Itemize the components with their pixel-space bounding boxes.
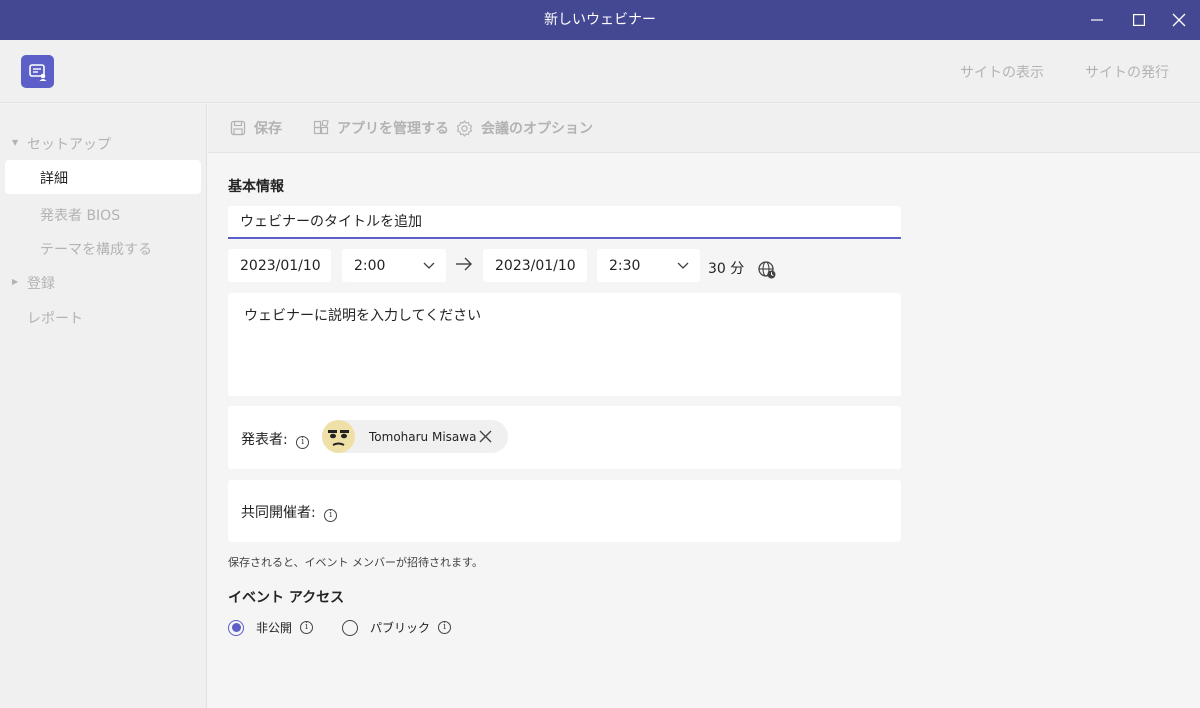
radio-button-private[interactable] <box>228 619 244 636</box>
minimize-button[interactable] <box>1076 0 1118 40</box>
coorganizers-panel[interactable]: 共同開催者: i <box>228 480 901 542</box>
sidebar-item-label: 発表者 BIOS <box>40 208 121 224</box>
access-option-label: 非公開 <box>256 621 293 635</box>
duration-label: 30 分 <box>708 261 745 277</box>
timezone-globe-icon[interactable] <box>757 260 777 280</box>
meeting-options-button[interactable]: 会議のオプション <box>456 118 593 138</box>
sidebar-group-label: 登録 <box>27 276 55 292</box>
webinar-title-input[interactable] <box>228 206 901 239</box>
start-time-value: 2:00 <box>354 257 386 274</box>
save-icon <box>230 120 246 136</box>
presenter-label: 発表者: i <box>241 429 310 449</box>
chevron-down-icon <box>423 262 435 269</box>
info-icon[interactable]: i <box>300 621 314 634</box>
avatar <box>322 420 355 453</box>
save-button[interactable]: 保存 <box>230 118 282 138</box>
end-time-select[interactable]: 2:30 <box>597 249 700 282</box>
arrow-right-icon <box>456 257 472 271</box>
save-label: 保存 <box>254 121 282 137</box>
coorganizer-label: 共同開催者: i <box>241 502 338 522</box>
view-site-button[interactable]: サイトの表示 <box>960 62 1044 82</box>
presenter-chip: Tomoharu Misawa <box>322 420 508 453</box>
info-icon[interactable]: i <box>438 621 452 634</box>
info-icon[interactable]: i <box>324 509 338 522</box>
chevron-down-icon: ▼ <box>12 138 19 147</box>
apps-icon <box>313 120 329 135</box>
end-date-picker[interactable]: 2023/01/10 <box>483 249 587 282</box>
manage-apps-label: アプリを管理する <box>337 121 449 137</box>
event-access-heading: イベント アクセス <box>228 590 345 606</box>
description-input[interactable] <box>228 293 901 396</box>
webinar-app-icon <box>21 55 54 88</box>
sidebar-item-details[interactable]: 詳細 <box>5 160 201 194</box>
publish-site-button[interactable]: サイトの発行 <box>1085 62 1169 82</box>
access-option-public[interactable]: パブリック i <box>342 619 452 636</box>
presenters-panel: 発表者: i Tomoharu Misawa <box>228 406 901 469</box>
main-content: 基本情報 2023/01/10 2:00 2023/01/10 2:30 30 … <box>208 154 1200 708</box>
end-date-value: 2023/01/10 <box>495 257 576 274</box>
chevron-down-icon <box>677 262 689 269</box>
radio-button-public[interactable] <box>342 619 358 636</box>
app-header: サイトの表示 サイトの発行 <box>0 40 1200 103</box>
presenter-name: Tomoharu Misawa <box>369 429 477 444</box>
coorganizer-label-text: 共同開催者: <box>241 505 316 521</box>
start-date-picker[interactable]: 2023/01/10 <box>228 249 331 282</box>
start-time-select[interactable]: 2:00 <box>342 249 446 282</box>
sidebar-item-label: レポート <box>27 311 83 327</box>
sidebar: ▼ セットアップ 詳細 発表者 BIOS テーマを構成する ▶ 登録 レポート <box>0 104 207 708</box>
close-button[interactable] <box>1158 0 1200 40</box>
title-bar: 新しいウェビナー <box>0 0 1200 40</box>
access-option-label: パブリック <box>370 621 431 635</box>
meeting-options-label: 会議のオプション <box>481 121 593 137</box>
close-icon <box>1172 13 1186 27</box>
info-icon[interactable]: i <box>296 436 310 449</box>
basic-info-heading: 基本情報 <box>228 179 284 195</box>
gear-icon <box>456 119 473 137</box>
sidebar-item-label: 詳細 <box>40 171 68 187</box>
sidebar-group-label: セットアップ <box>27 137 111 153</box>
remove-presenter-icon[interactable] <box>478 429 493 444</box>
sidebar-item-label: テーマを構成する <box>40 242 152 258</box>
maximize-button[interactable] <box>1118 0 1160 40</box>
window-title: 新しいウェビナー <box>544 12 656 28</box>
access-option-private[interactable]: 非公開 i <box>228 619 314 636</box>
minimize-icon <box>1091 19 1103 21</box>
toolbar: 保存 アプリを管理する 会議のオプション <box>208 104 1200 153</box>
presenter-label-text: 発表者: <box>241 432 288 448</box>
maximize-icon <box>1133 14 1145 26</box>
manage-apps-button[interactable]: アプリを管理する <box>313 118 449 138</box>
invite-note: 保存されると、イベント メンバーが招待されます。 <box>228 556 483 569</box>
chevron-right-icon: ▶ <box>12 277 19 286</box>
end-time-value: 2:30 <box>609 257 641 274</box>
start-date-value: 2023/01/10 <box>240 257 321 274</box>
